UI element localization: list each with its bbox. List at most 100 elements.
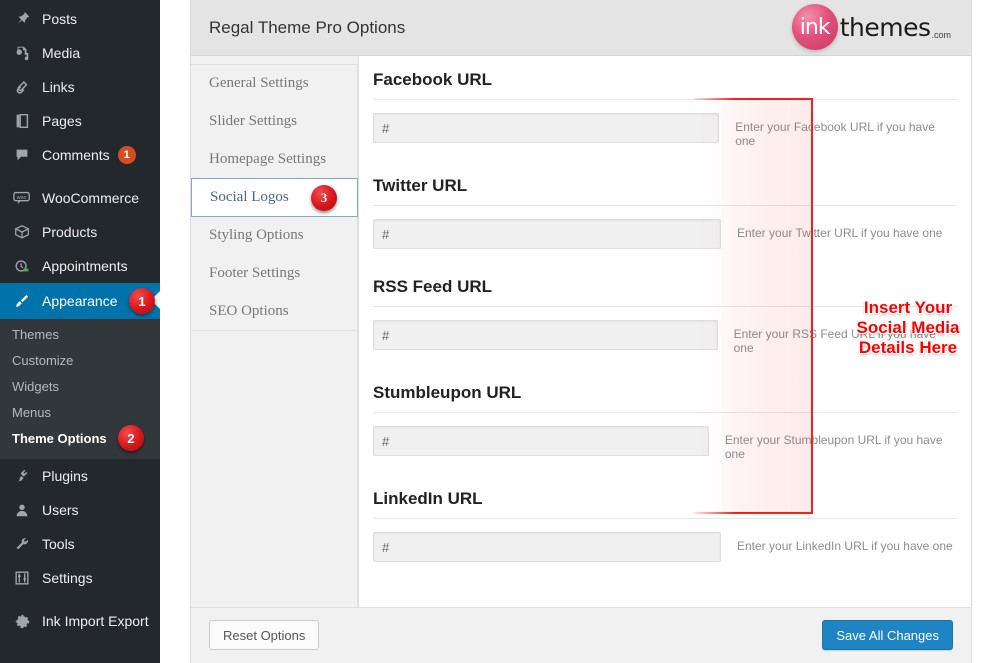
sidebar-label: Ink Import Export bbox=[42, 613, 149, 629]
gear-icon bbox=[10, 611, 34, 631]
tab-label: Homepage Settings bbox=[209, 150, 327, 167]
field-description: Enter your RSS Feed URL if you have one bbox=[733, 327, 936, 355]
reset-options-button[interactable]: Reset Options bbox=[209, 620, 320, 650]
comment-icon bbox=[10, 145, 34, 165]
sidebar-item-ink-import-export[interactable]: Ink Import Export bbox=[0, 604, 160, 638]
tab-slider-settings[interactable]: Slider Settings bbox=[191, 102, 358, 141]
submenu-item-themes[interactable]: Themes bbox=[0, 321, 160, 347]
tab-label: Social Logos bbox=[210, 189, 289, 205]
sidebar-label: Media bbox=[42, 45, 81, 61]
screen: Posts Media Links Pages Comments 1 woo W… bbox=[0, 0, 986, 663]
inkthemes-logo: ink themes .com bbox=[791, 4, 951, 50]
submenu-item-customize[interactable]: Customize bbox=[0, 347, 160, 373]
linkedin-url-input[interactable] bbox=[373, 532, 721, 562]
field-rss-feed-url: RSS Feed URL Enter your RSS Feed URL if … bbox=[373, 263, 957, 369]
sidebar-item-products[interactable]: Products bbox=[0, 215, 160, 249]
submenu-item-widgets[interactable]: Widgets bbox=[0, 373, 160, 399]
twitter-url-input[interactable] bbox=[373, 219, 721, 249]
sidebar-label: Plugins bbox=[42, 468, 88, 484]
main-content: Regal Theme Pro Options ink themes .com … bbox=[160, 0, 986, 663]
submenu-label: Widgets bbox=[12, 378, 59, 394]
tab-seo-options[interactable]: SEO Options bbox=[191, 292, 358, 331]
field-row: Enter your Stumbleupon URL if you have o… bbox=[373, 413, 957, 475]
plug-icon bbox=[10, 466, 34, 486]
sidebar-item-woocommerce[interactable]: woo WooCommerce bbox=[0, 181, 160, 215]
menu-separator bbox=[0, 172, 160, 181]
sidebar-label: Appearance bbox=[42, 293, 118, 309]
field-row: Enter your RSS Feed URL if you have one bbox=[373, 307, 957, 369]
tab-styling-options[interactable]: Styling Options bbox=[191, 216, 358, 255]
page-title: Regal Theme Pro Options bbox=[209, 17, 406, 37]
options-footer: Reset Options Save All Changes bbox=[191, 607, 971, 662]
social-logos-panel: Facebook URL Enter your Facebook URL if … bbox=[358, 56, 971, 607]
sidebar-label: Users bbox=[42, 502, 79, 518]
theme-options-wrap: Regal Theme Pro Options ink themes .com … bbox=[190, 0, 972, 663]
logo-mark: ink bbox=[799, 14, 831, 40]
box-icon bbox=[10, 222, 34, 242]
sidebar-label: WooCommerce bbox=[42, 190, 139, 206]
tab-homepage-settings[interactable]: Homepage Settings bbox=[191, 140, 358, 179]
field-facebook-url: Facebook URL Enter your Facebook URL if … bbox=[373, 56, 957, 162]
sidebar-label: Pages bbox=[42, 113, 82, 129]
sidebar-label: Links bbox=[42, 79, 75, 95]
settings-tab-list: General Settings Slider Settings Homepag… bbox=[191, 56, 358, 609]
user-icon bbox=[10, 500, 34, 520]
field-stumbleupon-url: Stumbleupon URL Enter your Stumbleupon U… bbox=[373, 369, 957, 475]
sidebar-label: Posts bbox=[42, 11, 78, 27]
save-all-changes-button[interactable]: Save All Changes bbox=[822, 620, 953, 650]
sidebar-item-users[interactable]: Users bbox=[0, 493, 160, 527]
sidebar-label: Settings bbox=[42, 570, 93, 586]
submenu-label: Customize bbox=[12, 352, 74, 368]
sidebar-item-settings[interactable]: Settings bbox=[0, 561, 160, 595]
sidebar-item-appearance[interactable]: Appearance 1 bbox=[0, 283, 160, 319]
field-description: Enter your Stumbleupon URL if you have o… bbox=[724, 433, 943, 461]
field-row: Enter your LinkedIn URL if you have one bbox=[373, 519, 957, 576]
submenu-item-theme-options[interactable]: Theme Options 2 bbox=[0, 425, 160, 451]
appearance-submenu: Themes Customize Widgets Menus Theme Opt… bbox=[0, 319, 160, 459]
tab-label: General Settings bbox=[209, 75, 309, 91]
submenu-item-menus[interactable]: Menus bbox=[0, 399, 160, 425]
tab-list-filler bbox=[191, 331, 358, 609]
tab-label: Slider Settings bbox=[209, 112, 297, 129]
step-badge-2: 2 bbox=[118, 425, 144, 451]
field-title: Twitter URL bbox=[373, 176, 468, 195]
sidebar-item-media[interactable]: Media bbox=[0, 36, 160, 70]
sidebar-item-pages[interactable]: Pages bbox=[0, 104, 160, 138]
sidebar-item-plugins[interactable]: Plugins bbox=[0, 459, 160, 493]
sidebar-label: Comments bbox=[42, 147, 110, 163]
options-header: Regal Theme Pro Options ink themes .com bbox=[191, 0, 971, 56]
sidebar-item-comments[interactable]: Comments 1 bbox=[0, 138, 160, 172]
field-row: Enter your Facebook URL if you have one bbox=[373, 100, 957, 162]
submenu-label: Menus bbox=[12, 404, 52, 420]
sidebar-item-tools[interactable]: Tools bbox=[0, 527, 160, 561]
tab-general-settings[interactable]: General Settings bbox=[191, 64, 358, 103]
tab-label: SEO Options bbox=[209, 302, 289, 319]
field-row: Enter your Twitter URL if you have one bbox=[373, 206, 957, 263]
sidebar-item-posts[interactable]: Posts bbox=[0, 2, 160, 36]
tab-footer-settings[interactable]: Footer Settings bbox=[191, 254, 358, 293]
submenu-label: Themes bbox=[12, 326, 59, 342]
logo-circle-icon: ink bbox=[791, 4, 838, 50]
step-badge-1: 1 bbox=[129, 288, 155, 314]
wrench-icon bbox=[10, 534, 34, 554]
tab-social-logos[interactable]: Social Logos 3 bbox=[191, 178, 358, 217]
svg-text:woo: woo bbox=[16, 195, 27, 201]
sidebar-item-links[interactable]: Links bbox=[0, 70, 160, 104]
field-title: LinkedIn URL bbox=[373, 489, 483, 508]
pages-icon bbox=[10, 111, 34, 131]
sidebar-item-appointments[interactable]: Appointments bbox=[0, 249, 160, 283]
sidebar-label: Tools bbox=[42, 536, 75, 552]
sliders-icon bbox=[10, 568, 34, 588]
rss-feed-url-input[interactable] bbox=[373, 320, 718, 350]
tab-label: Styling Options bbox=[209, 226, 304, 243]
facebook-url-input[interactable] bbox=[373, 113, 720, 143]
field-twitter-url: Twitter URL Enter your Twitter URL if yo… bbox=[373, 162, 957, 263]
field-description: Enter your Twitter URL if you have one bbox=[737, 226, 943, 240]
appointments-icon bbox=[10, 256, 34, 276]
field-linkedin-url: LinkedIn URL Enter your LinkedIn URL if … bbox=[373, 475, 957, 576]
options-body: General Settings Slider Settings Homepag… bbox=[191, 56, 971, 609]
pin-icon bbox=[10, 9, 34, 29]
comments-count-badge: 1 bbox=[117, 146, 136, 164]
stumbleupon-url-input[interactable] bbox=[373, 426, 709, 456]
brush-icon bbox=[10, 291, 34, 311]
